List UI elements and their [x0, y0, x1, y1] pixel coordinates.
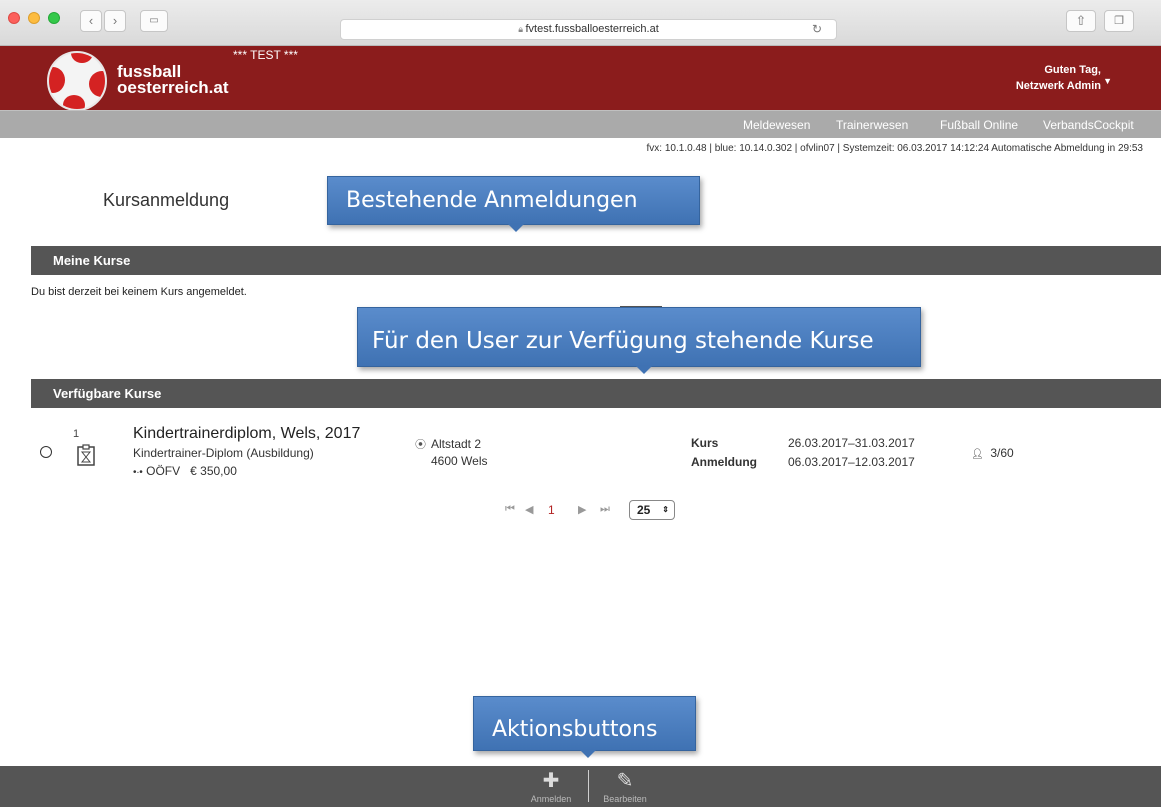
- pencil-icon: ✎: [616, 770, 634, 792]
- tabs-icon[interactable]: ❐: [1104, 10, 1134, 32]
- chevron-down-icon[interactable]: ▼: [1103, 76, 1112, 86]
- system-info: fvx: 10.1.0.48 | blue: 10.14.0.302 | ofv…: [646, 143, 1143, 154]
- anmelden-label: Anmelden: [530, 794, 572, 804]
- callout-bestehende-text: Bestehende Anmeldungen: [346, 188, 638, 213]
- person-icon: 👤︎: [971, 449, 984, 460]
- page-size-value: 25: [637, 503, 651, 517]
- greeting-text: Guten Tag,: [1044, 64, 1101, 76]
- minimize-window-button[interactable]: [28, 12, 40, 24]
- callout-verfuegbar-text: Für den User zur Verfügung stehende Kurs…: [372, 328, 874, 354]
- next-page-icon[interactable]: ▶: [578, 503, 586, 516]
- prev-page-icon[interactable]: ◀: [525, 503, 533, 516]
- course-price: € 350,00: [190, 464, 237, 478]
- user-name: Netzwerk Admin: [1015, 80, 1101, 92]
- sidebar-icon[interactable]: ▭: [140, 10, 168, 32]
- course-document-icon: [77, 444, 95, 466]
- callout-arrow: [636, 366, 652, 374]
- select-arrows-icon: ⇕: [662, 505, 669, 514]
- close-window-button[interactable]: [8, 12, 20, 24]
- location-pin-icon: ⦿: [415, 439, 426, 451]
- nav-item-fussball-online[interactable]: Fußball Online: [940, 118, 1018, 132]
- course-select-radio[interactable]: [40, 446, 52, 458]
- page-title: Kursanmeldung: [103, 190, 230, 210]
- zoom-window-button[interactable]: [48, 12, 60, 24]
- course-index: 1: [73, 428, 80, 440]
- page-size-select[interactable]: 25 ⇕: [629, 500, 675, 520]
- course-capacity: 👤︎ 3/60: [971, 446, 1014, 460]
- callout-bestehende-anmeldungen: Bestehende Anmeldungen: [327, 176, 700, 232]
- organisation-icon: •∙•: [133, 467, 143, 478]
- course-type: Kindertrainer-Diplom (Ausbildung): [133, 446, 314, 460]
- address-bar[interactable]: 🔒︎ fvtest.fussballoesterreich.at ↻: [340, 19, 837, 40]
- back-icon[interactable]: ‹: [80, 10, 102, 32]
- logo-icon[interactable]: [47, 51, 107, 111]
- section-header-verfuegbare-kurse: Verfügbare Kurse: [31, 379, 1161, 408]
- capacity-value: 3/60: [990, 446, 1014, 460]
- forward-icon[interactable]: ›: [104, 10, 126, 32]
- reload-icon[interactable]: ↻: [812, 20, 822, 39]
- anmeldung-label: Anmeldung: [691, 455, 757, 469]
- course-organisation: OÖFV: [146, 464, 181, 478]
- address-line-1: Altstadt 2: [431, 437, 482, 451]
- bearbeiten-label: Bearbeiten: [603, 794, 647, 804]
- anmelden-button[interactable]: ✚ Anmelden: [521, 770, 581, 804]
- action-divider: [588, 770, 589, 802]
- callout-aktionen-text: Aktionsbuttons: [492, 717, 658, 742]
- test-environment-label: *** TEST ***: [233, 48, 298, 62]
- address-line-2: 4600 Wels: [431, 454, 488, 468]
- url-text: fvtest.fussballoesterreich.at: [525, 23, 659, 35]
- course-address: Altstadt 2 4600 Wels: [431, 436, 487, 470]
- browser-toolbar: ‹ › ▭ 🔒︎ fvtest.fussballoesterreich.at ↻…: [0, 0, 1161, 46]
- course-title: Kindertrainerdiplom, Wels, 2017: [133, 425, 361, 442]
- first-page-icon[interactable]: ⏮: [505, 503, 515, 516]
- course-meta: •∙• OÖFV € 350,00: [133, 464, 237, 478]
- kurs-label: Kurs: [691, 436, 719, 450]
- empty-courses-message: Du bist derzeit bei keinem Kurs angemeld…: [31, 286, 247, 298]
- main-navigation: Meldewesen Trainerwesen Fußball Online V…: [0, 110, 1161, 138]
- section-header-meine-kurse: Meine Kurse: [31, 246, 1161, 275]
- callout-aktionsbuttons: Aktionsbuttons: [473, 696, 696, 758]
- anmeldung-dates: 06.03.2017–12.03.2017: [788, 455, 915, 469]
- plus-icon: ✚: [542, 770, 560, 792]
- share-icon[interactable]: ⇧: [1066, 10, 1096, 32]
- user-menu[interactable]: Guten Tag, Netzwerk Admin: [1016, 62, 1101, 94]
- nav-item-trainerwesen[interactable]: Trainerwesen: [836, 118, 908, 132]
- nav-item-verbandscockpit[interactable]: VerbandsCockpit: [1043, 118, 1134, 132]
- brand-line-2: oesterreich.at: [117, 78, 229, 97]
- nav-item-meldewesen[interactable]: Meldewesen: [743, 118, 810, 132]
- bearbeiten-button[interactable]: ✎ Bearbeiten: [595, 770, 655, 804]
- callout-arrow: [580, 750, 596, 758]
- brand-logo-text[interactable]: fussball oesterreich.at: [117, 63, 229, 97]
- kurs-dates: 26.03.2017–31.03.2017: [788, 436, 915, 450]
- lock-icon: 🔒︎: [518, 24, 526, 34]
- current-page-number[interactable]: 1: [548, 503, 555, 517]
- last-page-icon[interactable]: ⏭: [600, 503, 610, 516]
- callout-verfuegbare-kurse: Für den User zur Verfügung stehende Kurs…: [357, 307, 921, 374]
- callout-arrow: [508, 224, 524, 232]
